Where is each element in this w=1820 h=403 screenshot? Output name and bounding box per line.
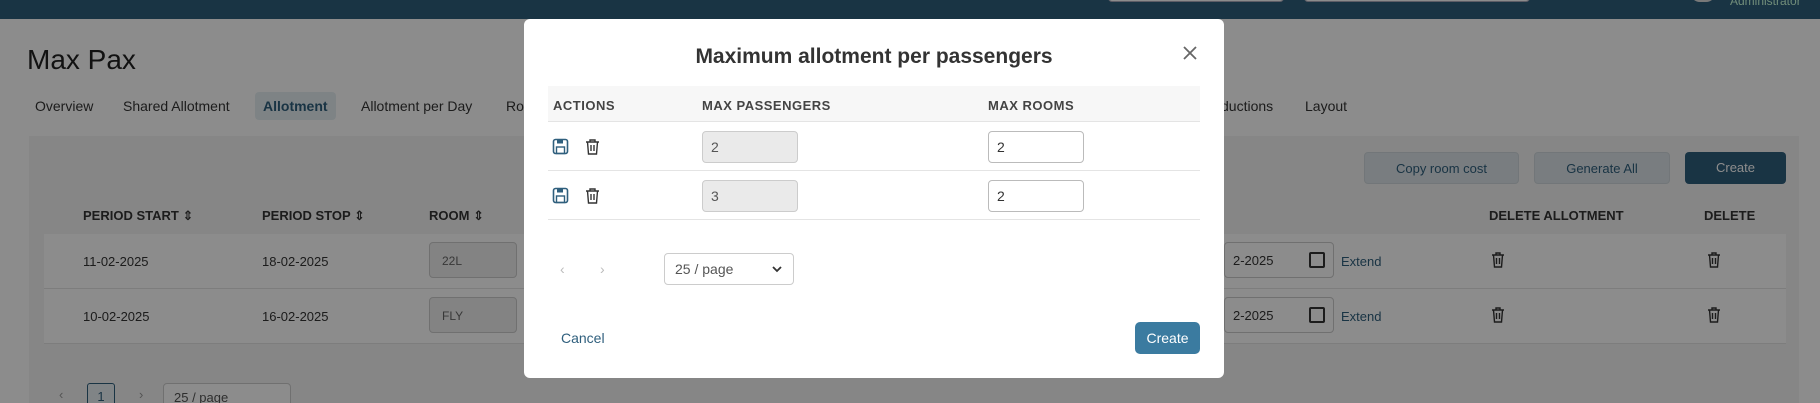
create-button[interactable]: Create xyxy=(1135,322,1200,354)
close-icon[interactable] xyxy=(1180,43,1200,63)
max-passengers-input[interactable] xyxy=(702,131,798,163)
max-allotment-modal: Maximum allotment per passengers ACTIONS… xyxy=(524,19,1224,378)
table-header: ACTIONS MAX PASSENGERS MAX ROOMS xyxy=(548,86,1200,122)
max-rooms-input[interactable] xyxy=(988,180,1084,212)
trash-icon[interactable] xyxy=(584,138,601,155)
th-max-passengers: MAX PASSENGERS xyxy=(702,98,831,113)
cancel-button[interactable]: Cancel xyxy=(561,330,605,346)
trash-icon[interactable] xyxy=(584,187,601,204)
table-row xyxy=(548,122,1200,171)
chevron-down-icon xyxy=(771,263,783,275)
max-rooms-input[interactable] xyxy=(988,131,1084,163)
th-actions: ACTIONS xyxy=(553,98,615,113)
prev-page-button[interactable]: ‹ xyxy=(560,261,565,277)
next-page-button[interactable]: › xyxy=(600,261,605,277)
th-max-rooms: MAX ROOMS xyxy=(988,98,1075,113)
table-row xyxy=(548,171,1200,220)
max-passengers-input[interactable] xyxy=(702,180,798,212)
page-size-select[interactable]: 25 / page xyxy=(664,253,794,285)
save-icon[interactable] xyxy=(552,187,569,204)
modal-title: Maximum allotment per passengers xyxy=(695,45,1053,68)
page-size-value: 25 / page xyxy=(675,261,734,277)
save-icon[interactable] xyxy=(552,138,569,155)
